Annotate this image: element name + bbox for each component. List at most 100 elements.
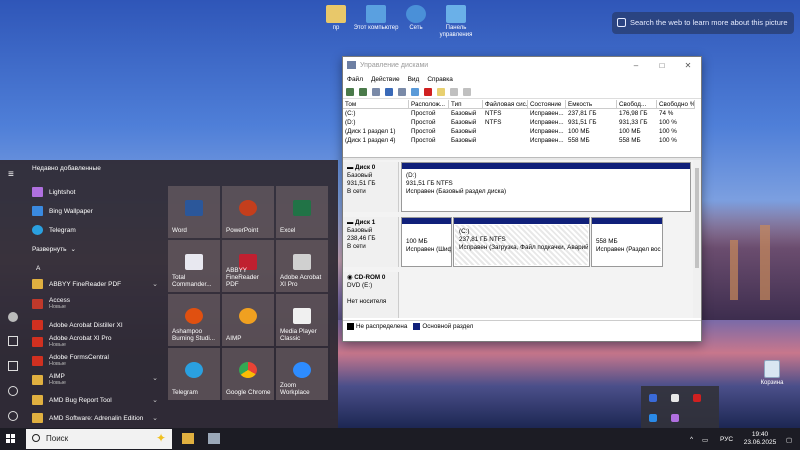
refresh-icon[interactable] (463, 87, 471, 96)
properties-icon[interactable] (398, 87, 406, 96)
back-icon[interactable] (346, 87, 354, 96)
vertical-scrollbar[interactable] (693, 160, 701, 318)
list-item[interactable]: Bing Wallpaper (32, 206, 160, 216)
disk-0-label[interactable]: ▬ Диск 0 Базовый 931,51 ГБ В сети (343, 162, 399, 212)
list-item[interactable]: Access Новые (32, 297, 160, 311)
tile-media-player[interactable]: Media Player Classic (276, 294, 328, 346)
col-capacity[interactable]: Емкость (566, 100, 617, 109)
file-explorer-icon[interactable] (182, 433, 194, 444)
cell (483, 127, 528, 136)
tile-acrobat[interactable]: Adobe Acrobat XI Pro (276, 240, 328, 292)
app-list: Недавно добавленные Lightshot Bing Wallp… (26, 160, 160, 428)
forward-icon[interactable] (359, 87, 367, 96)
scrollbar-thumb[interactable] (695, 168, 699, 268)
delete-icon[interactable] (424, 87, 432, 96)
table-row[interactable]: (C:) Простой Базовый NTFS Исправен... 237,81 … (343, 109, 695, 118)
tile-word[interactable]: Word (168, 186, 220, 238)
tile-label: Google Chrome (226, 389, 271, 396)
list-view-icon[interactable] (372, 87, 380, 96)
tile-powerpoint[interactable]: PowerPoint (222, 186, 274, 238)
language-indicator[interactable]: РУС (720, 436, 733, 443)
list-item[interactable]: Adobe FormsCentral Новые (32, 354, 160, 368)
power-icon[interactable] (8, 411, 18, 421)
hamburger-icon[interactable]: ≡ (8, 170, 18, 180)
maximize-button[interactable]: □ (649, 61, 675, 70)
partition-disk1-1[interactable]: 100 МБ Исправен (Шиф (401, 217, 452, 267)
shield-icon[interactable] (671, 394, 679, 402)
rescan-icon[interactable] (450, 87, 458, 96)
tile-total-commander[interactable]: Total Commander... (168, 240, 220, 292)
desktop-icon-control-panel[interactable]: Панель управления (432, 5, 480, 39)
col-status[interactable]: Состояние (528, 100, 566, 109)
col-free[interactable]: Свобод... (617, 100, 657, 109)
pictures-icon[interactable] (8, 361, 18, 371)
connect-icon[interactable] (411, 87, 419, 96)
clock[interactable]: 19:40 23.06.2025 (740, 431, 780, 447)
cloud-icon[interactable] (649, 414, 657, 422)
col-layout[interactable]: Располож... (409, 100, 449, 109)
app-name: AIMP (49, 373, 65, 380)
desktop-icon-recycle-bin[interactable]: Корзина (750, 360, 794, 386)
list-item[interactable]: AMD Software: Adrenalin Edition ⌄ (32, 413, 160, 423)
cell: Базовый (451, 128, 477, 135)
tile-abbyy[interactable]: ABBYY FineReader PDF (222, 240, 274, 292)
network-tray-icon[interactable]: ▭ (702, 436, 708, 444)
search-input[interactable]: Поиск ✦ (26, 429, 172, 449)
menu-help[interactable]: Справка (427, 76, 453, 83)
table-row[interactable]: (D:) Простой Базовый NTFS Исправен... 931,51 … (343, 118, 695, 127)
menu-view[interactable]: Вид (408, 76, 420, 83)
col-type[interactable]: Тип (449, 100, 483, 109)
help-icon[interactable] (385, 87, 393, 96)
tile-label: Ashampoo Burning Studi... (172, 328, 216, 342)
gear-icon[interactable] (8, 386, 18, 396)
title-bar[interactable]: Управление дисками – □ ✕ (343, 57, 701, 73)
start-button[interactable] (6, 434, 16, 444)
list-item[interactable]: Telegram (32, 225, 160, 235)
chevron-up-icon[interactable]: ^ (690, 436, 693, 443)
disk-management-window[interactable]: Управление дисками – □ ✕ Файл Действие В… (342, 56, 702, 342)
partition-d[interactable]: (D:) 931,51 ГБ NTFS Исправен (Базовый ра… (401, 162, 691, 212)
tile-excel[interactable]: Excel (276, 186, 328, 238)
col-free-percent[interactable]: Свободно % (657, 100, 695, 109)
check-icon[interactable] (437, 87, 445, 96)
menu-file[interactable]: Файл (347, 76, 363, 83)
legend-unallocated: Не распределена (347, 322, 407, 330)
expand-button[interactable]: Развернуть ⌄ (32, 245, 160, 254)
amd-icon[interactable] (693, 394, 701, 402)
notification-icon[interactable]: ▢ (786, 436, 792, 444)
lightshot-icon[interactable] (671, 414, 679, 422)
tile-telegram[interactable]: Telegram (168, 348, 220, 400)
list-item[interactable]: Adobe Acrobat Distiller XI (32, 320, 160, 330)
disk-management-taskbar-icon[interactable] (208, 433, 220, 444)
close-button[interactable]: ✕ (675, 61, 701, 70)
cell: 176,98 ГБ (619, 110, 648, 117)
list-item[interactable]: Adobe Acrobat XI Pro Новые (32, 335, 160, 349)
menu-action[interactable]: Действие (371, 76, 400, 83)
list-item[interactable]: AIMP Новые ⌄ (32, 373, 160, 387)
avatar[interactable] (8, 312, 18, 322)
tile-ashampoo[interactable]: Ashampoo Burning Studi... (168, 294, 220, 346)
tile-chrome[interactable]: Google Chrome (222, 348, 274, 400)
letter-header[interactable]: A (36, 265, 164, 272)
list-item[interactable]: Lightshot (32, 187, 160, 197)
tile-zoom[interactable]: Zoom Workplace (276, 348, 328, 400)
partition-c[interactable]: (C:) 237,81 ГБ NTFS Исправен (Загрузка, … (453, 217, 590, 267)
cdrom-label[interactable]: ◉ CD-ROM 0 DVD (E:) Нет носителя (343, 272, 399, 318)
tile-aimp[interactable]: AIMP (222, 294, 274, 346)
col-volume[interactable]: Том (343, 100, 409, 109)
list-item[interactable]: ABBYY FineReader PDF ⌄ (32, 279, 160, 289)
bluetooth-icon[interactable] (649, 394, 657, 402)
tile-label: Zoom Workplace (280, 382, 310, 396)
partition-disk1-4[interactable]: 558 МБ Исправен (Раздел вос (591, 217, 663, 267)
partition-size: 237,81 ГБ NTFS (459, 236, 506, 243)
document-icon[interactable] (8, 336, 18, 346)
minimize-button[interactable]: – (623, 61, 649, 70)
list-item[interactable]: AMD Bug Report Tool ⌄ (32, 395, 160, 405)
cell: 100 % (659, 137, 677, 144)
disk-1-label[interactable]: ▬ Диск 1 Базовый 238,46 ГБ В сети (343, 217, 399, 267)
search-web-button[interactable]: Search the web to learn more about this … (612, 12, 794, 34)
col-filesystem[interactable]: Файловая сис... (483, 100, 528, 109)
cell: 931,51 ГБ (568, 119, 597, 126)
table-row[interactable]: (Диск 1 раздел 4) Простой Базовый Исправен.… (343, 136, 695, 145)
table-row[interactable]: (Диск 1 раздел 1) Простой Базовый Исправен.… (343, 127, 695, 136)
